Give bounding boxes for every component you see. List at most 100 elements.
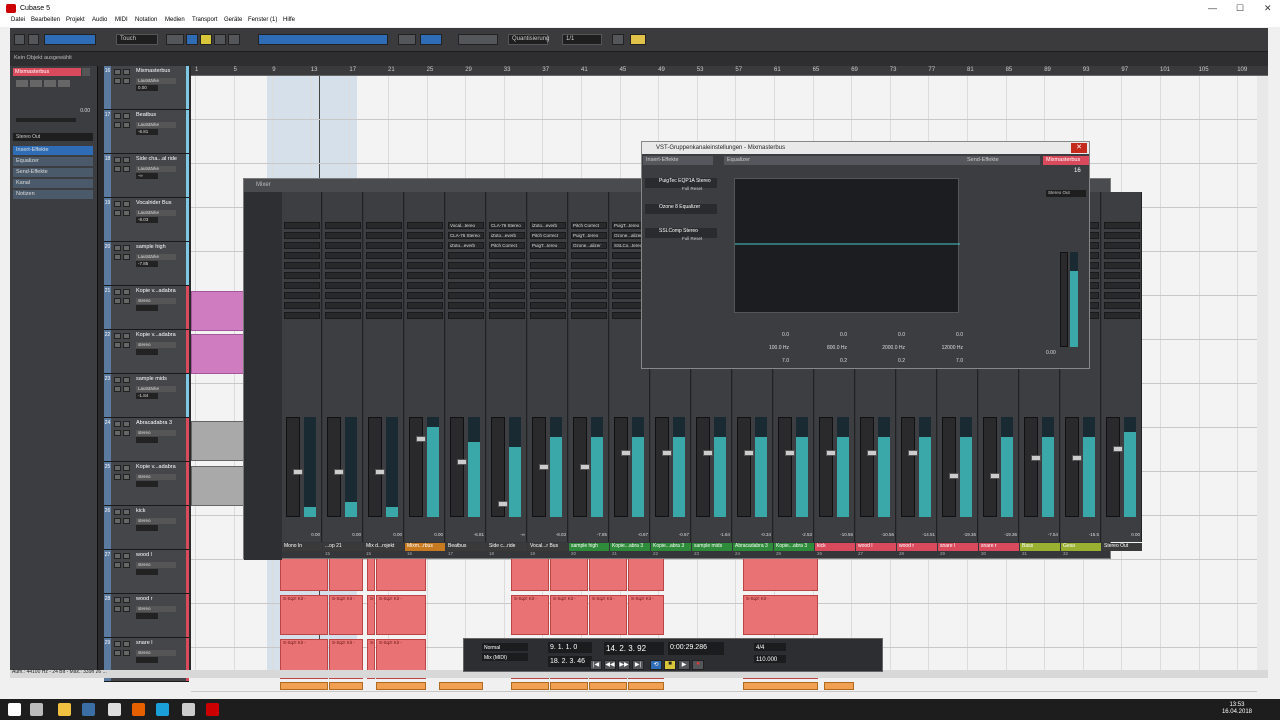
track-name[interactable]: Mixmasterbus	[136, 68, 170, 74]
timeline-ruler[interactable]: 1 5 9 13 17 21 25 29 33 37 41 45 49 53 57 61 65 69 73 77 81 8…	[191, 66, 1268, 76]
insert-slot[interactable]: iZoto...everb	[448, 242, 484, 249]
track-name[interactable]: wood r	[136, 596, 153, 602]
track-read-button[interactable]	[114, 518, 121, 524]
insert-slot[interactable]	[530, 292, 566, 299]
vst-section-inserts[interactable]: Insert-Effekte	[643, 156, 713, 165]
lines-toggle-button[interactable]	[28, 34, 39, 45]
track-mute-button[interactable]	[114, 201, 121, 207]
audio-event[interactable]	[550, 682, 588, 690]
play-button[interactable]	[214, 34, 226, 45]
insert-slot[interactable]: iZoto...everb	[530, 222, 566, 229]
channel-name[interactable]: snare l	[938, 543, 978, 551]
transport-record-button[interactable]: ●	[692, 660, 704, 670]
vst-fader[interactable]	[1060, 252, 1068, 347]
fader-cap[interactable]	[293, 468, 303, 475]
insert-slot[interactable]	[325, 232, 361, 239]
time-display[interactable]: 0:00:29.286	[668, 642, 724, 655]
track-solo-button[interactable]	[123, 509, 130, 515]
track-name[interactable]: Vocalrider Bus	[136, 200, 171, 206]
grid-select[interactable]	[458, 34, 498, 45]
track-write-button[interactable]	[123, 562, 130, 568]
insert-slot[interactable]	[366, 252, 402, 259]
track-volume-label[interactable]: stereo	[136, 342, 176, 348]
cubase-taskbar-icon[interactable]	[206, 703, 219, 716]
position-display[interactable]: 14. 2. 3. 92	[604, 642, 664, 655]
track-solo-button[interactable]	[123, 201, 130, 207]
track-write-button[interactable]	[123, 78, 130, 84]
channel-fader[interactable]	[942, 417, 959, 517]
insert-slot[interactable]	[366, 262, 402, 269]
track-write-button[interactable]	[123, 342, 130, 348]
audio-event[interactable]: S-Sqz! Kit -	[589, 595, 627, 635]
track-write-button[interactable]	[123, 650, 130, 656]
eq-band-q[interactable]: 0.2	[850, 358, 905, 364]
eq-band-gain[interactable]: 0.0	[850, 332, 905, 338]
channel-fader[interactable]	[696, 417, 713, 517]
channel-volume-value[interactable]: -0.67	[612, 532, 648, 539]
track-row[interactable]: 16 Mixmasterbus Lautstärke 0.00	[104, 66, 189, 110]
track-solo-button[interactable]	[123, 377, 130, 383]
track-volume-value[interactable]: -7.85	[136, 261, 158, 267]
insert-slot[interactable]	[489, 312, 525, 319]
track-mute-button[interactable]	[114, 465, 121, 471]
insert-slot[interactable]	[489, 262, 525, 269]
channel-volume-value[interactable]: -19.36	[981, 532, 1017, 539]
insert-slot[interactable]: Pitch Correct	[530, 232, 566, 239]
eq-curve-display[interactable]	[734, 178, 960, 313]
signature-display[interactable]: 4/4	[754, 643, 786, 651]
vertical-scrollbar[interactable]	[1257, 76, 1268, 670]
insert-slot[interactable]	[530, 302, 566, 309]
channel-volume-value[interactable]: -10.56	[817, 532, 853, 539]
rewind-to-start-button[interactable]: |◀	[590, 660, 602, 670]
track-volume-value[interactable]: 0.00	[136, 85, 158, 91]
audio-event[interactable]	[589, 682, 627, 690]
insert-slot[interactable]	[325, 222, 361, 229]
menu-audio[interactable]: Audio	[92, 17, 107, 23]
app2-icon[interactable]	[156, 703, 169, 716]
audio-event[interactable]	[439, 682, 483, 690]
insert-slot[interactable]	[1104, 292, 1140, 299]
track-read-button[interactable]	[114, 254, 121, 260]
channel-fader[interactable]	[655, 417, 672, 517]
right-locator[interactable]: 18. 2. 3. 46	[548, 656, 592, 667]
track-volume-label[interactable]: Lautstärke	[136, 166, 176, 172]
automation-mode-select[interactable]: Touch	[116, 34, 158, 45]
fader-cap[interactable]	[498, 500, 508, 507]
track-row[interactable]: 27 wood l stereo	[104, 550, 189, 594]
transport-play-button[interactable]: ▶	[678, 660, 690, 670]
track-write-button[interactable]	[123, 210, 130, 216]
vst-insert-1[interactable]: PuigTec EQP1A Stereo	[645, 178, 717, 188]
rewind-button[interactable]: ◀◀	[604, 660, 616, 670]
nudge-button[interactable]	[398, 34, 416, 45]
insert-slot[interactable]	[284, 242, 320, 249]
insert-slot[interactable]	[530, 262, 566, 269]
track-volume-label[interactable]: stereo	[136, 562, 176, 568]
track-volume-label[interactable]: stereo	[136, 606, 176, 612]
eq-band-gain[interactable]: 0.0	[908, 332, 963, 338]
track-volume-value[interactable]	[136, 613, 158, 619]
insert-slot[interactable]	[284, 282, 320, 289]
insert-slot[interactable]	[325, 252, 361, 259]
track-volume-value[interactable]	[136, 525, 158, 531]
insert-slot[interactable]: PuigT...tereo	[571, 232, 607, 239]
insert-slot[interactable]	[325, 292, 361, 299]
track-mute-button[interactable]	[114, 641, 121, 647]
transport-stop-button[interactable]: ■	[664, 660, 676, 670]
fader-cap[interactable]	[703, 450, 713, 457]
track-name[interactable]: Kopie v...adabra	[136, 464, 176, 470]
insert-slot[interactable]	[325, 312, 361, 319]
channel-fader[interactable]	[368, 417, 385, 517]
channel-name[interactable]: Mix d...rojekt	[364, 543, 404, 551]
firefox-icon[interactable]	[132, 703, 145, 716]
stop-button[interactable]	[200, 34, 212, 45]
insert-slot[interactable]	[448, 292, 484, 299]
insert-slot[interactable]	[366, 242, 402, 249]
track-volume-value[interactable]	[136, 657, 158, 663]
channel-fader[interactable]	[286, 417, 303, 517]
track-write-button[interactable]	[123, 606, 130, 612]
insert-slot[interactable]	[448, 282, 484, 289]
track-solo-button[interactable]	[123, 113, 130, 119]
go-to-start-button[interactable]	[166, 34, 184, 45]
track-write-button[interactable]	[123, 474, 130, 480]
insert-slot[interactable]	[489, 252, 525, 259]
